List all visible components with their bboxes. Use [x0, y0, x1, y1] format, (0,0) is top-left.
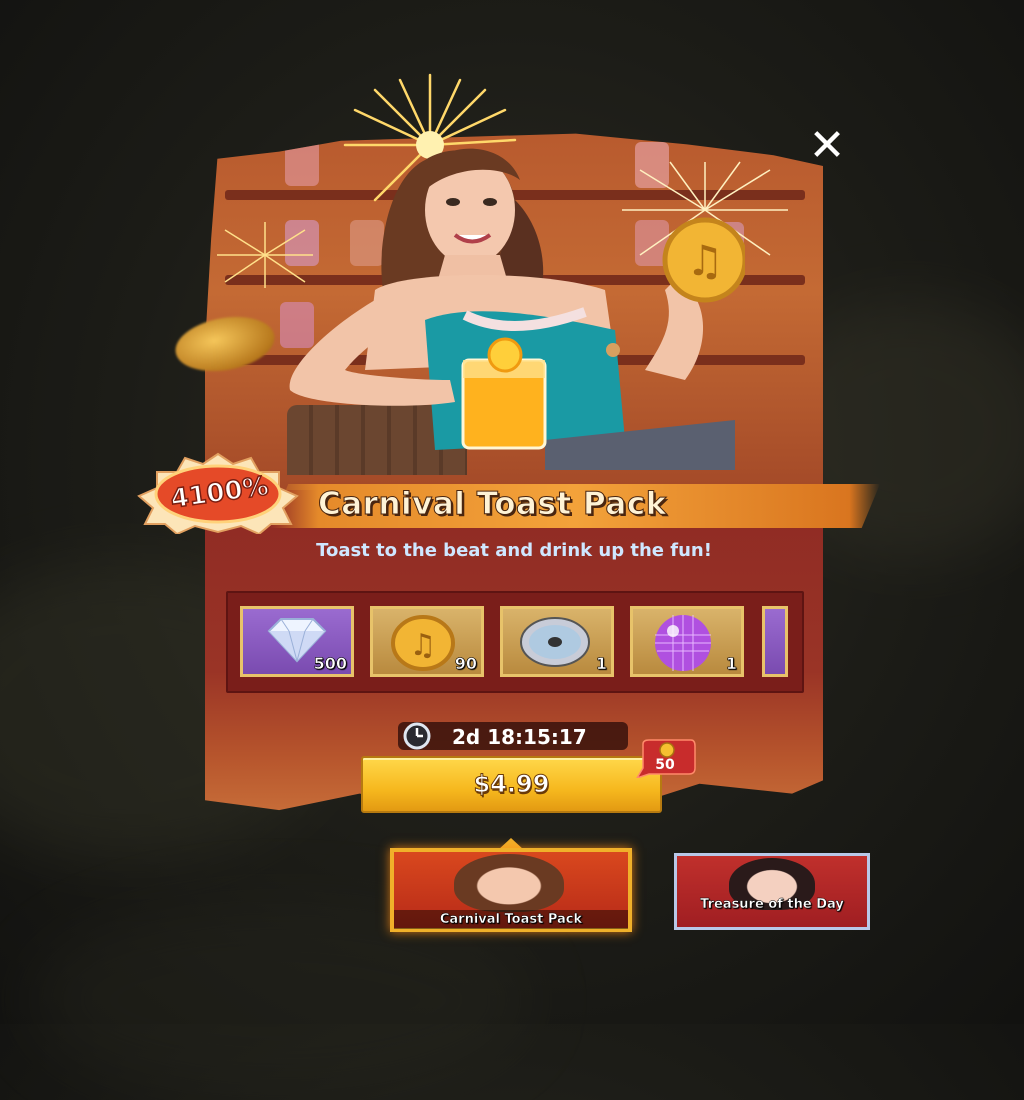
price-label[interactable]: $4.99 — [361, 756, 662, 813]
reward-count: 1 — [595, 654, 608, 674]
tab-carnival-toast-pack[interactable]: Carnival Toast Pack — [390, 848, 632, 932]
bonus-count: 50 — [655, 757, 675, 773]
hostess-illustration: ♫ — [289, 148, 745, 470]
cd-disc-icon — [520, 617, 590, 667]
tab-label: Carnival Toast Pack — [394, 910, 628, 929]
reward-count: 500 — [313, 654, 347, 674]
reward-item-disco-ball[interactable]: 1 — [630, 606, 744, 677]
countdown-timer: 2d 18:15:17 — [452, 725, 587, 749]
tab-treasure-of-the-day[interactable]: Treasure of the Day — [674, 853, 870, 930]
reward-count: 90 — [454, 654, 477, 674]
reward-item-diamond[interactable]: 500 — [240, 606, 354, 677]
disco-ball-icon — [655, 615, 711, 671]
offer-subtitle: Toast to the beat and drink up the fun! — [316, 540, 712, 561]
reward-item-music-coin[interactable]: ♫ 90 — [370, 606, 484, 677]
reward-count: 1 — [725, 654, 738, 674]
reward-item-partial[interactable] — [762, 606, 788, 677]
close-button[interactable]: ✕ — [800, 124, 854, 168]
reward-item-cd[interactable]: 1 — [500, 606, 614, 677]
svg-text:♫: ♫ — [410, 628, 437, 663]
rewards-strip[interactable]: 500 ♫ 90 1 1 — [226, 591, 804, 693]
tab-label: Treasure of the Day — [700, 897, 844, 912]
offer-title: Carnival Toast Pack — [318, 486, 667, 523]
tab-portrait — [454, 854, 564, 912]
svg-text:♫: ♫ — [686, 236, 724, 285]
clock-icon — [403, 722, 431, 750]
